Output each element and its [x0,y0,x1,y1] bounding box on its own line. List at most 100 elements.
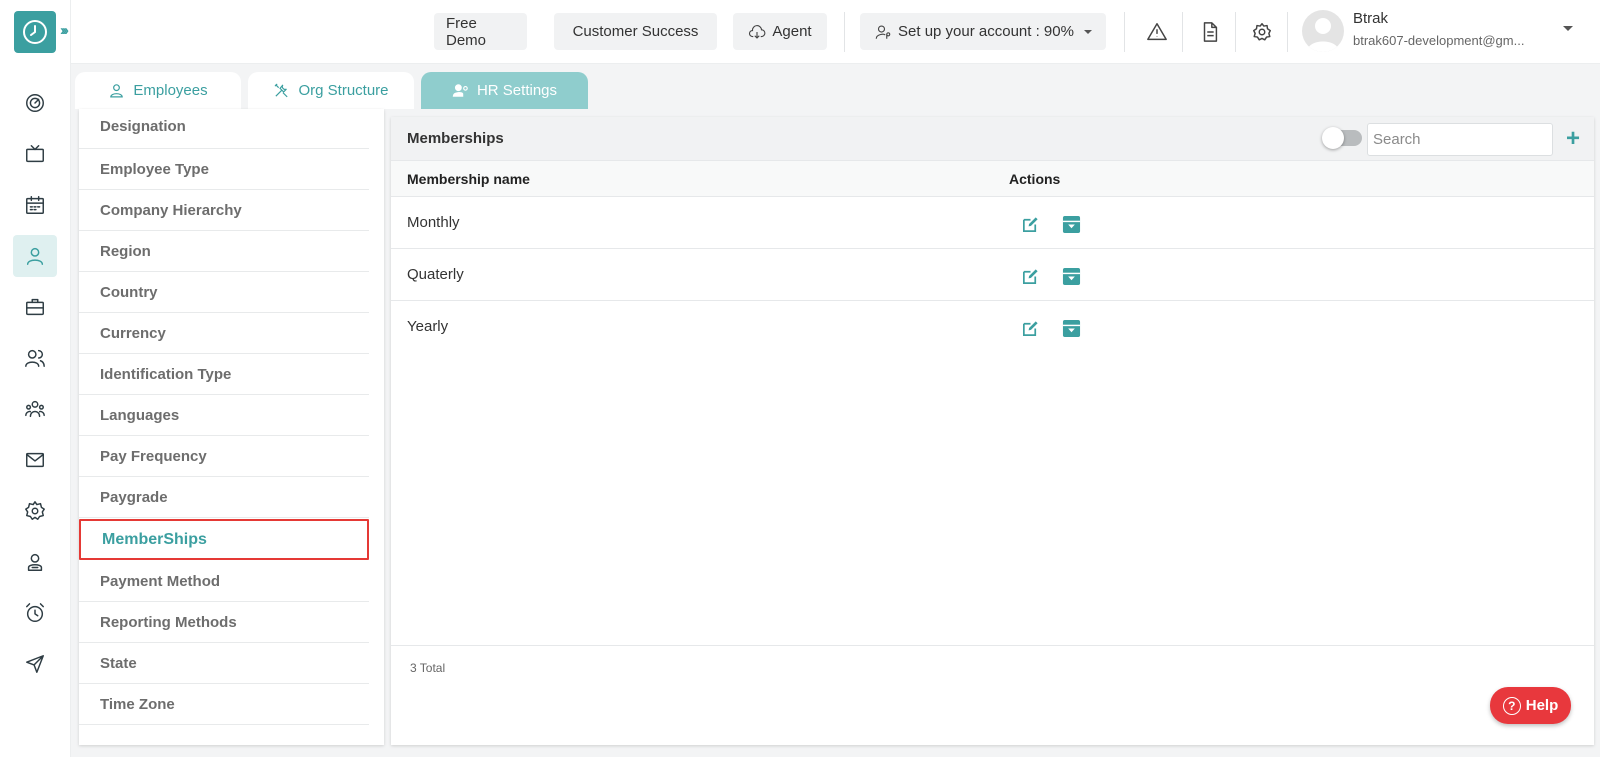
help-label: Help [1525,697,1559,714]
users-icon[interactable] [13,337,57,379]
settings-item-region[interactable]: Region [79,231,369,272]
hr-settings-menu: Designation Employee Type Company Hierar… [79,109,384,745]
document-icon[interactable] [1196,18,1224,46]
settings-item-label: Identification Type [100,365,232,383]
setup-account-label: Set up your account : 90% [898,23,1074,40]
membership-name: Yearly [407,318,449,335]
mail-icon[interactable] [13,439,57,481]
customer-success-button[interactable]: Customer Success [554,13,717,50]
settings-item-label: Reporting Methods [100,613,237,631]
archive-toggle[interactable] [1322,127,1362,149]
user-icon [110,84,124,98]
tools-icon [275,83,289,98]
avatar[interactable] [1302,10,1344,52]
app-logo[interactable] [14,11,56,53]
settings-item-identification-type[interactable]: Identification Type [79,354,369,395]
settings-item-label: MemberShips [102,530,207,548]
dashboard-icon[interactable] [13,82,57,124]
settings-item-label: Languages [100,406,180,424]
table-row: Yearly [391,301,1594,353]
memberships-panel: Memberships + Membership name Actions Mo… [391,117,1594,745]
alarm-icon[interactable] [13,592,57,634]
archive-icon[interactable] [1060,213,1082,235]
user-gear-icon [452,84,468,97]
settings-item-label: Payment Method [100,572,221,590]
tab-org-structure-label: Org Structure [298,82,389,99]
settings-item-country[interactable]: Country [79,272,369,313]
agent-button[interactable]: Agent [733,13,827,50]
setup-account-dropdown[interactable]: Set up your account : 90% [860,13,1106,50]
settings-item-currency[interactable]: Currency [79,313,369,354]
tab-org-structure[interactable]: Org Structure [248,72,414,109]
total-count: 3 Total [410,661,446,675]
warning-icon[interactable] [1143,18,1171,46]
membership-name: Monthly [407,214,460,231]
settings-item-label: State [100,654,137,672]
expand-sidebar-icon[interactable]: ››› [60,22,69,39]
memberships-header: Memberships + [391,117,1594,161]
briefcase-icon[interactable] [13,286,57,328]
tab-hr-settings-label: HR Settings [476,82,558,99]
edit-icon[interactable] [1019,265,1041,287]
membership-name: Quaterly [407,266,464,283]
user-name: Btrak [1353,10,1389,27]
top-bar: Free Demo Customer Success Agent Set up … [71,0,1600,64]
send-icon[interactable] [13,643,57,685]
tab-hr-settings[interactable]: HR Settings [421,72,588,109]
settings-item-label: Region [100,242,151,260]
archive-icon[interactable] [1060,317,1082,339]
cloud-download-icon [749,24,766,39]
gear-icon[interactable] [13,490,57,532]
settings-item-label: Designation [100,117,186,135]
table-row: Monthly [391,197,1594,249]
edit-icon[interactable] [1019,213,1041,235]
settings-item-pay-frequency[interactable]: Pay Frequency [79,436,369,477]
free-demo-button[interactable]: Free Demo [434,13,527,50]
table-header: Membership name Actions [391,161,1594,197]
question-icon: ? [1502,696,1521,715]
calendar-icon[interactable] [13,184,57,226]
settings-item-label: Employee Type [100,160,209,178]
table-row: Quaterly [391,249,1594,301]
settings-item-employee-type[interactable]: Employee Type [79,149,369,190]
search-input[interactable] [1367,123,1553,156]
settings-item-paygrade[interactable]: Paygrade [79,477,369,518]
settings-item-label: Country [100,283,158,301]
settings-item-company-hierarchy[interactable]: Company Hierarchy [79,190,369,231]
settings-item-label: Time Zone [100,695,175,713]
archive-icon[interactable] [1060,265,1082,287]
profile-icon[interactable] [13,541,57,583]
column-header-actions: Actions [1009,171,1061,187]
settings-item-label: Pay Frequency [100,447,207,465]
tab-employees[interactable]: Employees [75,72,241,109]
user-menu-chevron-icon[interactable] [1563,26,1573,31]
settings-icon[interactable] [1248,18,1276,46]
user-setup-icon [875,24,891,39]
settings-item-label: Currency [100,324,166,342]
settings-item-reporting-methods[interactable]: Reporting Methods [79,602,369,643]
settings-item-label: Company Hierarchy [100,201,242,219]
agent-label: Agent [772,23,812,40]
settings-item-payment-method[interactable]: Payment Method [79,561,369,602]
settings-item-designation[interactable]: Designation [79,109,369,149]
column-header-membership-name[interactable]: Membership name [407,171,530,187]
settings-item-memberships[interactable]: MemberShips [79,519,369,560]
left-rail: ››› [0,0,71,757]
settings-item-time-zone[interactable]: Time Zone [79,684,369,725]
user-icon[interactable] [13,235,57,277]
team-icon[interactable] [13,388,57,430]
memberships-title: Memberships [407,130,504,147]
toggle-knob [1322,127,1344,149]
add-membership-button[interactable]: + [1559,125,1587,153]
settings-item-state[interactable]: State [79,643,369,684]
avatar-placeholder-icon [1307,18,1339,52]
table-footer: 3 Total [391,645,1594,745]
tab-employees-label: Employees [133,82,208,99]
tv-icon[interactable] [13,133,57,175]
settings-item-languages[interactable]: Languages [79,395,369,436]
chevron-down-icon [1083,29,1092,34]
clock-icon [23,20,47,44]
help-button[interactable]: ? Help [1490,687,1571,724]
user-email: btrak607-development@gm... [1353,33,1525,48]
edit-icon[interactable] [1019,317,1041,339]
